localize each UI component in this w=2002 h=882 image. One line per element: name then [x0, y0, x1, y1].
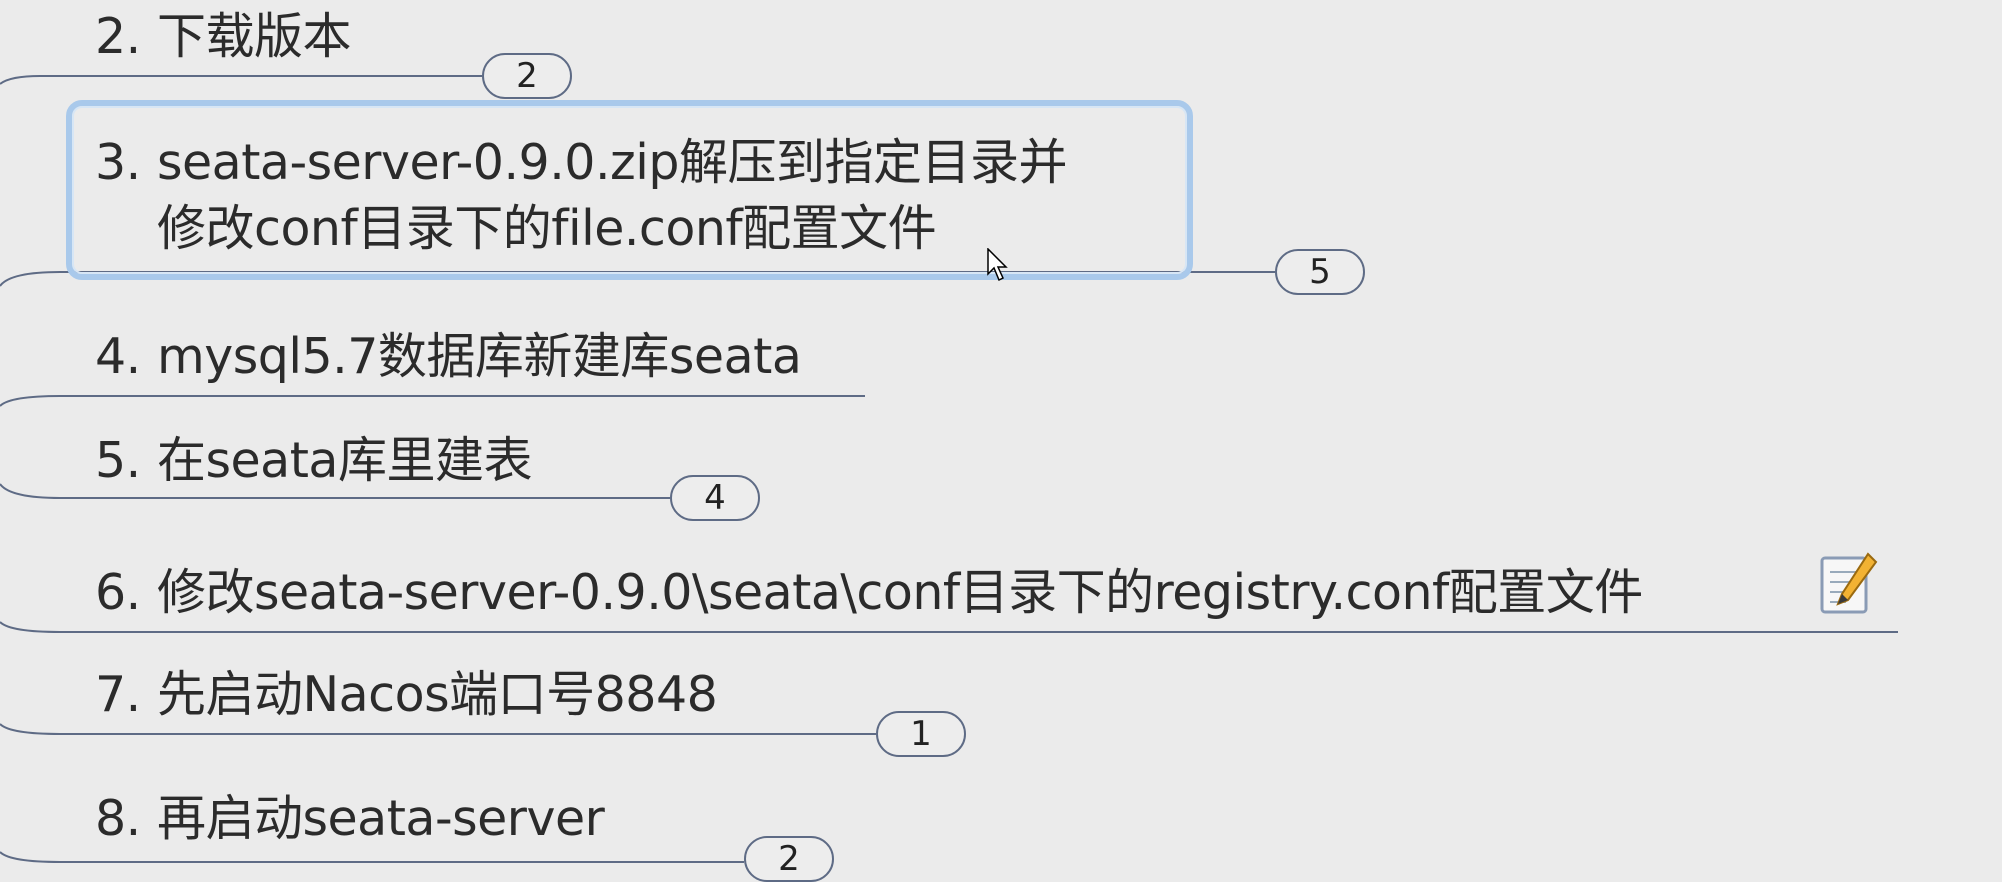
topic-text: 先启动Nacos端口号8848	[157, 666, 718, 723]
connector-topic-2	[0, 75, 482, 85]
topic-number: 6.	[95, 564, 141, 621]
connector-topic-4	[0, 395, 865, 407]
topic-text: mysql5.7数据库新建库seata	[157, 328, 802, 385]
topic-4[interactable]: 4. mysql5.7数据库新建库seata	[95, 324, 802, 390]
topic-number: 7.	[95, 666, 141, 723]
collapse-badge-topic-5[interactable]: 4	[670, 475, 760, 521]
mouse-cursor-icon	[987, 248, 1008, 282]
topic-5[interactable]: 5. 在seata库里建表	[95, 428, 532, 494]
note-pencil-icon[interactable]	[1818, 552, 1878, 618]
topic-number: 5.	[95, 432, 141, 489]
topic-7[interactable]: 7. 先启动Nacos端口号8848	[95, 662, 718, 728]
collapse-badge-topic-3[interactable]: 5	[1275, 249, 1365, 295]
collapse-badge-topic-8[interactable]: 2	[744, 836, 834, 882]
topic-number: 2.	[95, 8, 141, 65]
topic-number: 8.	[95, 790, 141, 847]
topic-number: 4.	[95, 328, 141, 385]
topic-2[interactable]: 2. 下载版本	[95, 4, 352, 70]
topic-3[interactable]: 3. seata-server-0.9.0.zip解压到指定目录并 修改conf目…	[95, 130, 1067, 262]
topic-text: 下载版本	[157, 8, 352, 65]
topic-text-line-2: 修改conf目录下的file.conf配置文件	[157, 200, 937, 258]
topic-8[interactable]: 8. 再启动seata-server	[95, 786, 605, 852]
connector-topic-8	[0, 851, 744, 863]
topic-number: 3.	[95, 134, 141, 191]
topic-text: 在seata库里建表	[157, 432, 532, 489]
collapse-badge-topic-2[interactable]: 2	[482, 53, 572, 99]
collapse-badge-topic-7[interactable]: 1	[876, 711, 966, 757]
topic-text-line-1: seata-server-0.9.0.zip解压到指定目录并	[157, 134, 1067, 191]
topic-text: 再启动seata-server	[157, 790, 605, 847]
topic-6[interactable]: 6. 修改seata-server-0.9.0\seata\conf目录下的reg…	[95, 560, 1643, 626]
topic-text: 修改seata-server-0.9.0\seata\conf目录下的regis…	[157, 564, 1643, 621]
